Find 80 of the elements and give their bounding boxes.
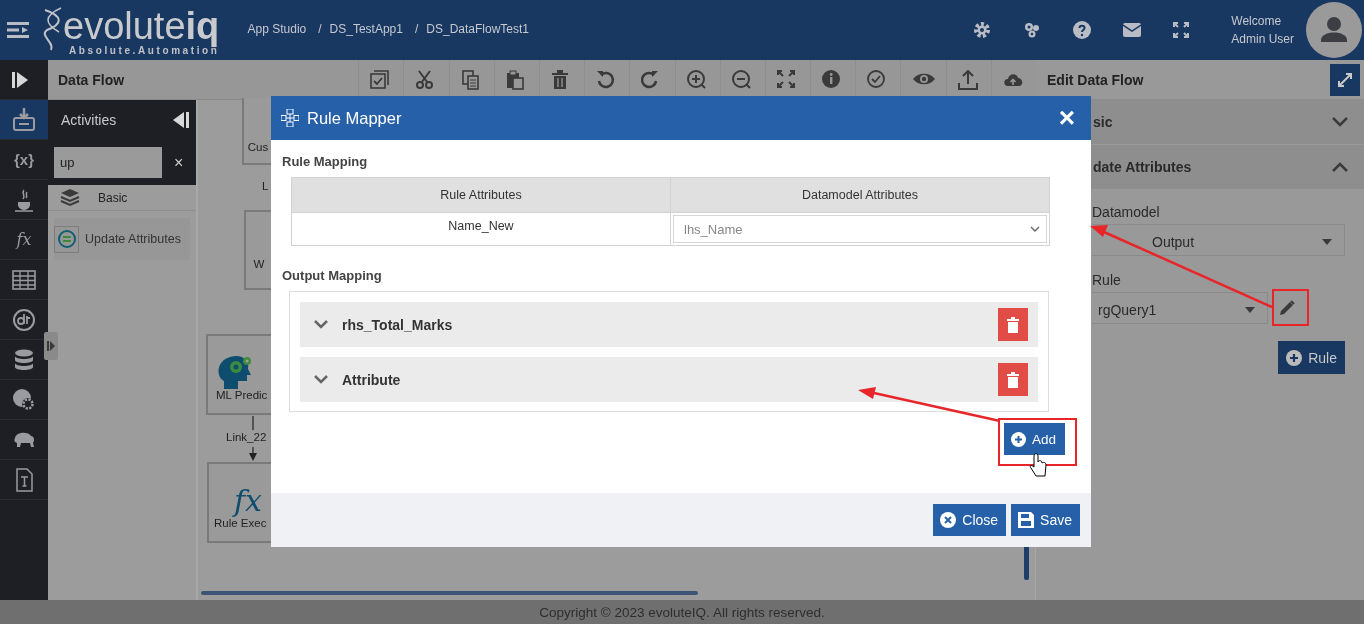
expand-icon (1337, 71, 1353, 88)
highlight-frame (1272, 289, 1309, 326)
delete-button[interactable] (998, 363, 1028, 396)
dropdown[interactable]: Output (1092, 224, 1345, 256)
link-label: Link_22 (226, 431, 267, 443)
save-button[interactable]: Save (1011, 504, 1080, 536)
dt-icon[interactable] (12, 307, 36, 332)
section-title: Rule Mapping (282, 154, 369, 169)
welcome-text: Welcome (1231, 13, 1283, 30)
column-header: Datamodel Attributes (670, 177, 1050, 213)
accordion-header[interactable]: rhs_Total_Marks (300, 302, 1038, 347)
gears-icon[interactable] (1023, 21, 1042, 39)
arrow-head-icon (248, 447, 258, 461)
database-icon[interactable] (12, 347, 36, 372)
trash-icon (1007, 371, 1019, 388)
variable-icon[interactable]: {x} (14, 151, 34, 168)
panel-title: Edit Data Flow (1047, 71, 1144, 88)
activity-item[interactable]: Update Attributes (54, 218, 190, 260)
caret-icon (1245, 307, 1255, 313)
panel-title: Activities (61, 112, 117, 128)
column-header: Rule Attributes (291, 177, 671, 213)
cup-icon[interactable] (12, 187, 36, 212)
ml-node[interactable]: ML Predic (206, 334, 272, 415)
dropdown[interactable]: lhs_Name (673, 215, 1047, 243)
function-icon: fx (234, 485, 263, 517)
flow-node[interactable]: W (244, 210, 272, 290)
flow-node[interactable]: Cus (242, 98, 272, 165)
network-icon (281, 109, 299, 127)
equals-circle-icon (57, 230, 76, 248)
add-button[interactable]: Add (1003, 423, 1065, 455)
group-label: Basic (98, 190, 128, 205)
layers-icon (60, 187, 80, 208)
delete-button[interactable] (998, 308, 1028, 341)
collapse-icon[interactable] (173, 112, 189, 128)
fullscreen-icon[interactable] (1173, 22, 1190, 38)
section-title: Output Mapping (282, 268, 383, 283)
function-icon[interactable]: fx (16, 230, 32, 249)
close-button[interactable]: Close (933, 504, 1007, 536)
plus-circle-icon (1286, 349, 1303, 366)
link-label: L (262, 180, 269, 192)
trash-icon (1007, 316, 1019, 333)
user-name: Admin User (1231, 31, 1294, 48)
import-icon[interactable] (12, 107, 36, 132)
avatar-icon[interactable] (1306, 2, 1362, 58)
menu-icon[interactable] (7, 21, 29, 39)
gear-icon[interactable] (973, 21, 992, 39)
expand-handle-icon[interactable] (44, 332, 58, 360)
breadcrumb-separator: / (318, 22, 322, 36)
breadcrumb-link[interactable]: App Studio (247, 22, 307, 36)
caret-icon (1322, 239, 1332, 245)
close-circle-icon (940, 512, 957, 528)
close-button[interactable]: × (1054, 104, 1079, 132)
breadcrumb-link[interactable]: DS_DataFlowTest1 (426, 22, 530, 36)
help-icon[interactable] (1073, 21, 1092, 39)
expand-panel-icon[interactable] (12, 71, 28, 88)
pencil-icon (1279, 300, 1295, 316)
plus-circle-icon (1010, 431, 1026, 447)
connector-line (251, 416, 255, 430)
expand-button[interactable] (1330, 63, 1360, 96)
dialog-title: Rule Mapper (307, 108, 403, 128)
breadcrumb-link[interactable]: DS_TestApp1 (329, 22, 403, 36)
logo-wordmark: evoluteiq (63, 7, 220, 45)
logo-tagline: Absolute.Automation (69, 45, 220, 56)
copyright-text: Copyright © 2023 evoluteIQ. All rights reserved. (0, 600, 1364, 624)
mail-icon[interactable] (1123, 23, 1142, 37)
dropdown[interactable]: rgQuery1 (1092, 292, 1268, 324)
panel-title: Data Flow (57, 71, 126, 88)
upload-icon[interactable] (957, 69, 980, 90)
breadcrumb-separator: / (414, 22, 419, 36)
table-icon[interactable] (12, 267, 36, 292)
field-label: Datamodel (1092, 204, 1161, 220)
field-label: Rule (1092, 272, 1122, 288)
search-field[interactable]: up (54, 147, 162, 178)
scrollbar[interactable] (201, 591, 698, 595)
hand-cursor-icon (1029, 453, 1047, 477)
accordion-header[interactable]: Attribute (300, 357, 1038, 402)
table-cell: Name_New (291, 212, 671, 246)
add-rule-button[interactable]: Rule (1278, 341, 1345, 374)
clear-button[interactable]: × (170, 153, 188, 172)
chevron-down-icon (1030, 226, 1040, 232)
